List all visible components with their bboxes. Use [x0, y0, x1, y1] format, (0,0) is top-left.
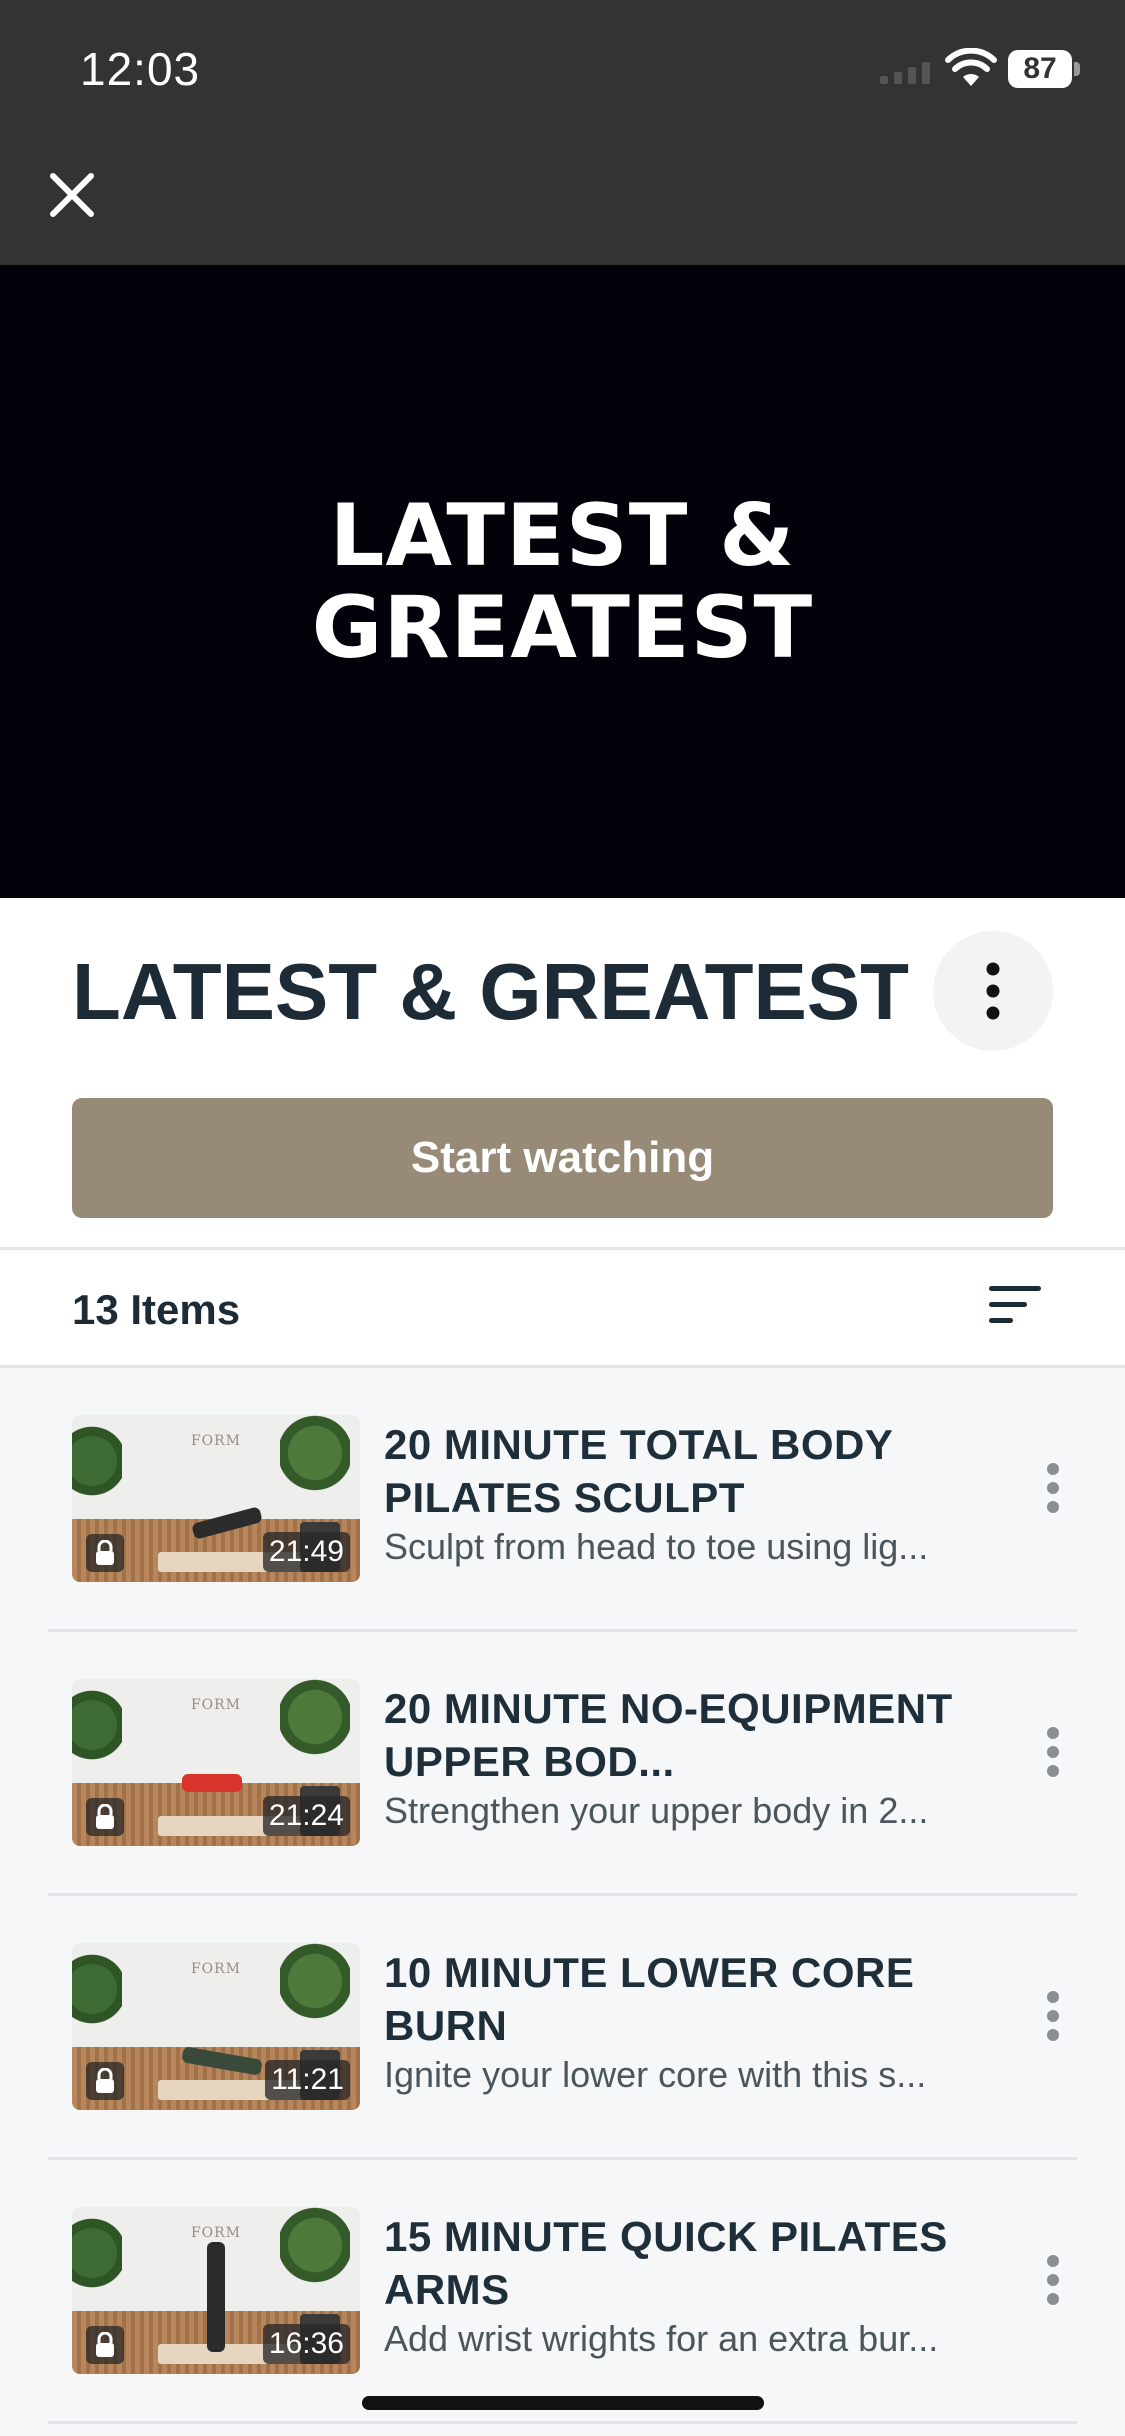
status-bar: 12:03 87 [0, 0, 1125, 135]
video-thumbnail: FORM 21:24 [72, 1679, 360, 1846]
video-thumbnail: FORM 21:49 [72, 1415, 360, 1582]
video-description: Sculpt from head to toe using lig... [384, 1526, 929, 1567]
lock-icon [86, 1798, 124, 1836]
signal-icon [880, 62, 936, 84]
video-description: Ignite your lower core with this s... [384, 2054, 927, 2095]
video-title: 10 MINUTE LOWER CORE BURN [384, 1949, 915, 2049]
video-duration: 11:21 [265, 2060, 350, 2100]
item-more-button[interactable] [1033, 2240, 1073, 2320]
playlist-header: LATEST & GREATEST Start watching [0, 898, 1125, 1250]
video-description: Add wrist wrights for an extra bur... [384, 2318, 939, 2359]
sort-icon [989, 1286, 1041, 1323]
close-button[interactable] [40, 163, 104, 227]
more-vertical-icon [1047, 1991, 1059, 2041]
video-title: 20 MINUTE NO-EQUIPMENT UPPER BOD... [384, 1685, 953, 1785]
item-more-button[interactable] [1033, 1976, 1073, 2056]
list-item[interactable]: FORM 21:24 20 MINUTE NO-EQUIPMENT UPPER … [48, 1632, 1077, 1896]
video-duration: 21:24 [262, 1796, 350, 1836]
more-vertical-icon [986, 962, 1000, 1020]
video-thumbnail: FORM 11:21 [72, 1943, 360, 2110]
video-duration: 21:49 [262, 1532, 350, 1572]
lock-icon [86, 2326, 124, 2364]
items-count: 13 Items [72, 1286, 241, 1333]
wifi-icon [945, 47, 997, 88]
item-more-button[interactable] [1033, 1448, 1073, 1528]
lock-icon [86, 1534, 124, 1572]
status-time: 12:03 [80, 43, 201, 95]
item-more-button[interactable] [1033, 1712, 1073, 1792]
items-bar: 13 Items [0, 1250, 1125, 1368]
list-item[interactable]: FORM 11:21 10 MINUTE LOWER CORE BURN Ign… [48, 1896, 1077, 2160]
video-title: 20 MINUTE TOTAL BODY PILATES SCULPT [384, 1421, 893, 1521]
lock-icon [86, 2062, 124, 2100]
more-vertical-icon [1047, 1727, 1059, 1777]
more-vertical-icon [1047, 2255, 1059, 2305]
start-watching-button[interactable]: Start watching [72, 1098, 1053, 1218]
page-title: LATEST & GREATEST [72, 947, 910, 1036]
battery-level: 87 [1008, 50, 1072, 88]
video-title: 15 MINUTE QUICK PILATES ARMS [384, 2213, 948, 2313]
sort-button[interactable] [985, 1280, 1045, 1332]
video-duration: 16:36 [262, 2324, 350, 2364]
list-item[interactable]: FORM 21:49 20 MINUTE TOTAL BODY PILATES … [48, 1368, 1077, 1632]
playlist-more-button[interactable] [933, 931, 1053, 1051]
more-vertical-icon [1047, 1463, 1059, 1513]
hero-banner: LATEST & GREATEST [0, 265, 1125, 898]
battery-icon: 87 [1008, 50, 1080, 88]
nav-bar [0, 135, 1125, 265]
close-icon [50, 173, 94, 217]
video-thumbnail: FORM 16:36 [72, 2207, 360, 2374]
list-item[interactable]: FORM 16:36 15 MINUTE QUICK PILATES ARMS … [48, 2160, 1077, 2424]
video-description: Strengthen your upper body in 2... [384, 1790, 929, 1831]
home-indicator [362, 2396, 764, 2410]
hero-title: LATEST & GREATEST [311, 485, 814, 678]
